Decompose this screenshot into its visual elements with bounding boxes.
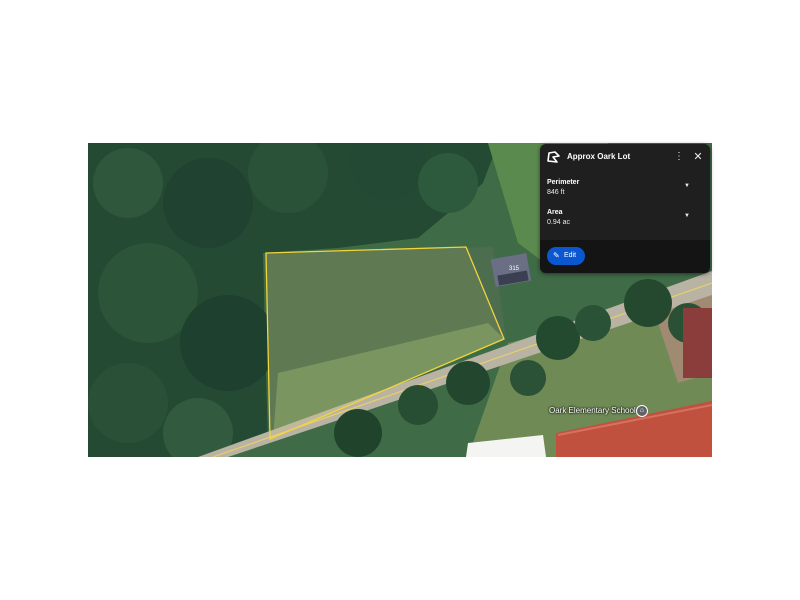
perimeter-value: 846 ft [547,189,565,196]
panel-footer: ✎ Edit [540,240,710,273]
area-value: 0.94 ac [547,219,570,226]
pencil-icon: ✎ [553,251,560,260]
edit-button[interactable]: ✎ Edit [547,247,585,265]
panel-header: Approx Oark Lot ⋮ ✕ [540,144,710,170]
measure-panel: Approx Oark Lot ⋮ ✕ Perimeter 846 ft ▼ A… [540,144,710,273]
area-row[interactable]: Area 0.94 ac ▼ [540,209,710,235]
measure-polygon-icon [547,151,560,163]
house-number-label: 315 [509,266,520,272]
perimeter-label: Perimeter [547,179,580,186]
edit-label: Edit [564,252,577,259]
chevron-down-icon[interactable]: ▼ [684,183,690,189]
school-label[interactable]: Oark Elementary School [549,406,636,415]
school-icon[interactable]: ⌂ [636,405,648,417]
panel-title: Approx Oark Lot [567,152,631,161]
more-options-icon[interactable]: ⋮ [674,150,684,164]
chevron-down-icon[interactable]: ▼ [684,213,690,219]
area-label: Area [547,209,563,216]
perimeter-row[interactable]: Perimeter 846 ft ▼ [540,179,710,205]
close-icon[interactable]: ✕ [691,150,705,164]
